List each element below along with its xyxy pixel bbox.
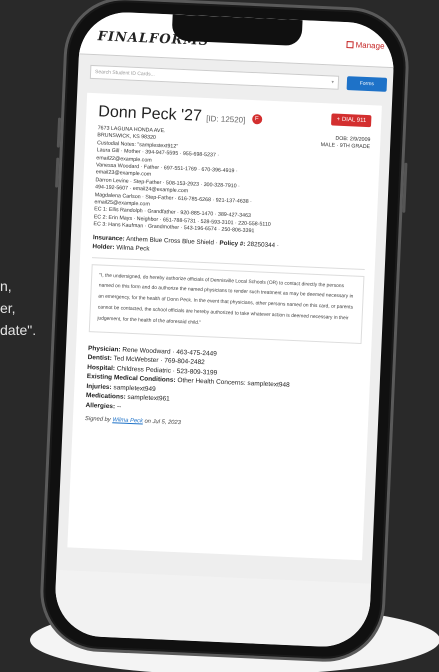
signer-name[interactable]: Wilma Peck <box>112 417 143 424</box>
scene: n, er, date". FINALFORMS Manage Search S… <box>0 0 439 672</box>
student-info: 7673 LAGUNA HONDA AVE. BRUNSWICK, KS 983… <box>93 125 370 240</box>
injuries-value: sampletext949 <box>113 383 156 393</box>
student-search-input[interactable]: Search Student ID Cards... ▾ <box>89 64 340 90</box>
student-card: Donn Peck '27 [ID: 12520] F + DIAL 911 7… <box>67 92 382 561</box>
signature-date: on Jul 5, 2023 <box>144 418 182 427</box>
medical-info: Physician: Rene Woodward · 463-475-2449 … <box>85 344 361 422</box>
hospital-label: Hospital: <box>87 363 116 372</box>
medications-value: sampletext961 <box>127 394 170 403</box>
allergies-value: -- <box>116 403 122 411</box>
signature-prefix: Signed by <box>84 416 111 424</box>
student-name: Donn Peck '27 [ID: 12520] F <box>98 103 263 128</box>
forms-button[interactable]: Forms <box>346 76 388 92</box>
power-button <box>402 162 408 213</box>
authorization-statement: "I, the undersigned, do hereby authorize… <box>88 263 365 344</box>
holder-label: Holder: <box>92 242 115 251</box>
student-name-text: Donn Peck '27 <box>98 103 203 125</box>
allergies-label: Allergies: <box>85 401 116 410</box>
search-placeholder: Search Student ID Cards... <box>94 69 155 78</box>
dropdown-caret-icon: ▾ <box>331 79 335 86</box>
policy-value: 28250344 <box>246 240 276 249</box>
physician-label: Physician: <box>87 344 121 354</box>
screen-content: FINALFORMS Manage Search Student ID Card… <box>53 10 396 649</box>
volume-down-button <box>55 157 60 188</box>
screen-footer <box>53 569 372 649</box>
phone-frame: FINALFORMS Manage Search Student ID Card… <box>37 0 412 665</box>
dial-911-button[interactable]: + DIAL 911 <box>331 113 372 128</box>
volume-up-button <box>56 117 62 148</box>
policy-label: Policy #: <box>219 239 246 248</box>
manage-menu-button[interactable]: Manage <box>346 40 385 51</box>
phone-screen: FINALFORMS Manage Search Student ID Card… <box>53 10 396 649</box>
injuries-label: Injuries: <box>86 382 112 391</box>
dentist-label: Dentist: <box>87 354 112 363</box>
medications-label: Medications: <box>85 392 126 401</box>
holder-value: Wilma Peck <box>116 243 150 253</box>
demographics: DOB: 2/9/2009 MALE · 9TH GRADE <box>320 135 371 152</box>
student-id: [ID: 12520] <box>206 114 246 125</box>
insurance-label: Insurance: <box>92 233 125 243</box>
flag-badge[interactable]: F <box>251 113 263 125</box>
manage-label: Manage <box>355 40 385 51</box>
forms-button-label: Forms <box>359 80 375 88</box>
menu-icon <box>346 41 354 49</box>
